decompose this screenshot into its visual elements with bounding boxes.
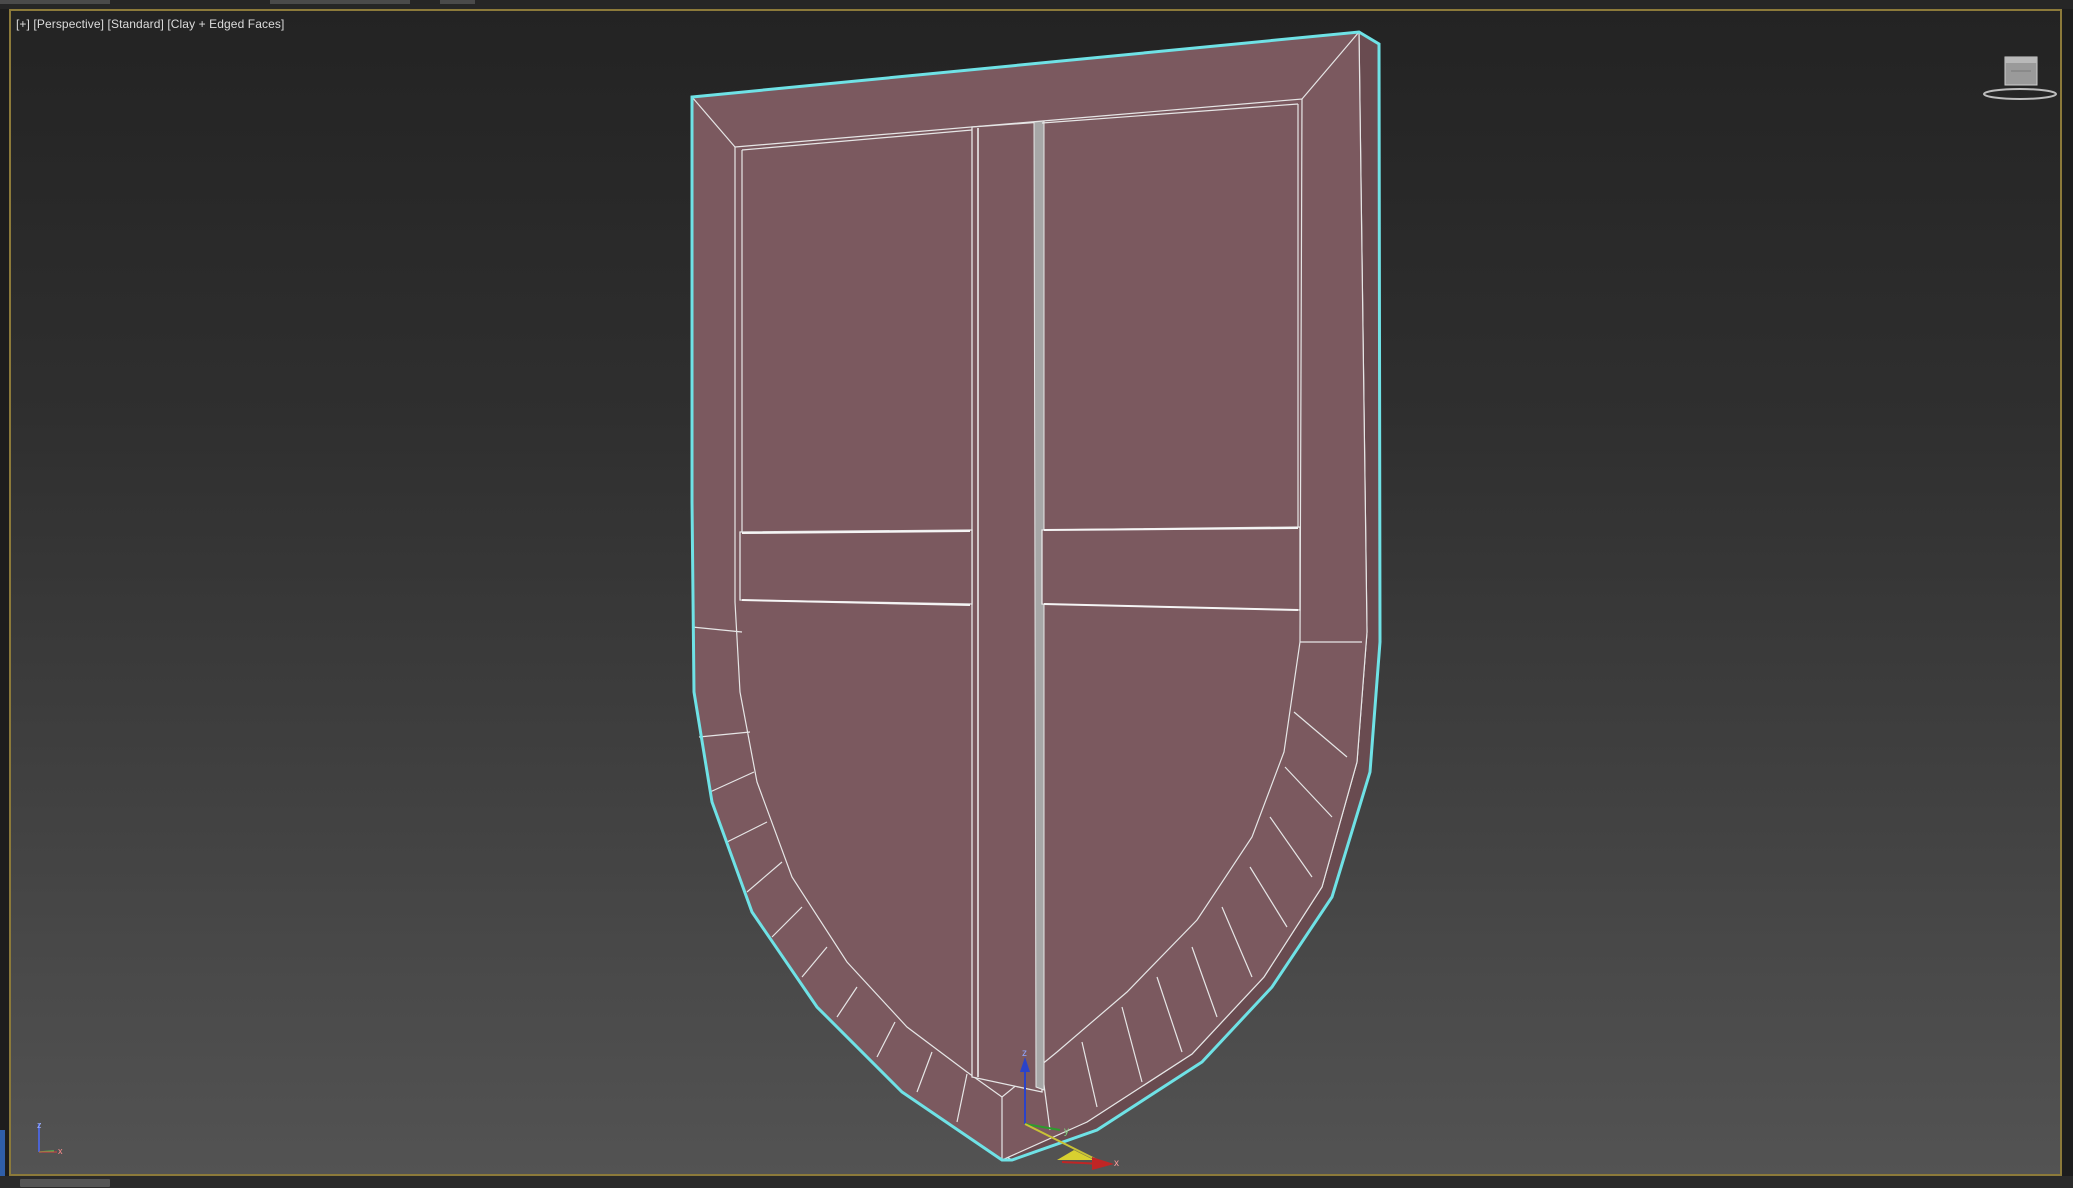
gizmo-y-label: y bbox=[1064, 1126, 1069, 1137]
cross-vertical-bar bbox=[971, 120, 1045, 1093]
toolbar-tab[interactable] bbox=[440, 0, 475, 4]
cross-horizontal-bar-right bbox=[1041, 526, 1301, 611]
viewcube-icon[interactable] bbox=[1975, 49, 2062, 109]
command-panel-edge bbox=[0, 1130, 5, 1176]
time-slider-strip bbox=[0, 1176, 2073, 1188]
perspective-viewport[interactable]: [+] [Perspective] [Standard] [Clay + Edg… bbox=[9, 9, 2062, 1176]
cross-horizontal-bar-left bbox=[739, 529, 973, 606]
scene-canvas[interactable]: z y x z x bbox=[9, 9, 2062, 1176]
gizmo-x-label: x bbox=[1114, 1158, 1119, 1169]
shield-mesh[interactable] bbox=[690, 30, 1382, 1162]
toolbar-tab[interactable] bbox=[0, 0, 110, 4]
axis-z-label: z bbox=[37, 1120, 42, 1130]
axis-x-label: x bbox=[58, 1146, 63, 1156]
toolbar-tab[interactable] bbox=[270, 0, 410, 4]
time-slider[interactable] bbox=[20, 1179, 110, 1187]
gizmo-z-label: z bbox=[1022, 1048, 1027, 1059]
axis-tripod-icon: z x bbox=[37, 1120, 63, 1156]
top-toolbar-strip bbox=[0, 0, 2073, 9]
